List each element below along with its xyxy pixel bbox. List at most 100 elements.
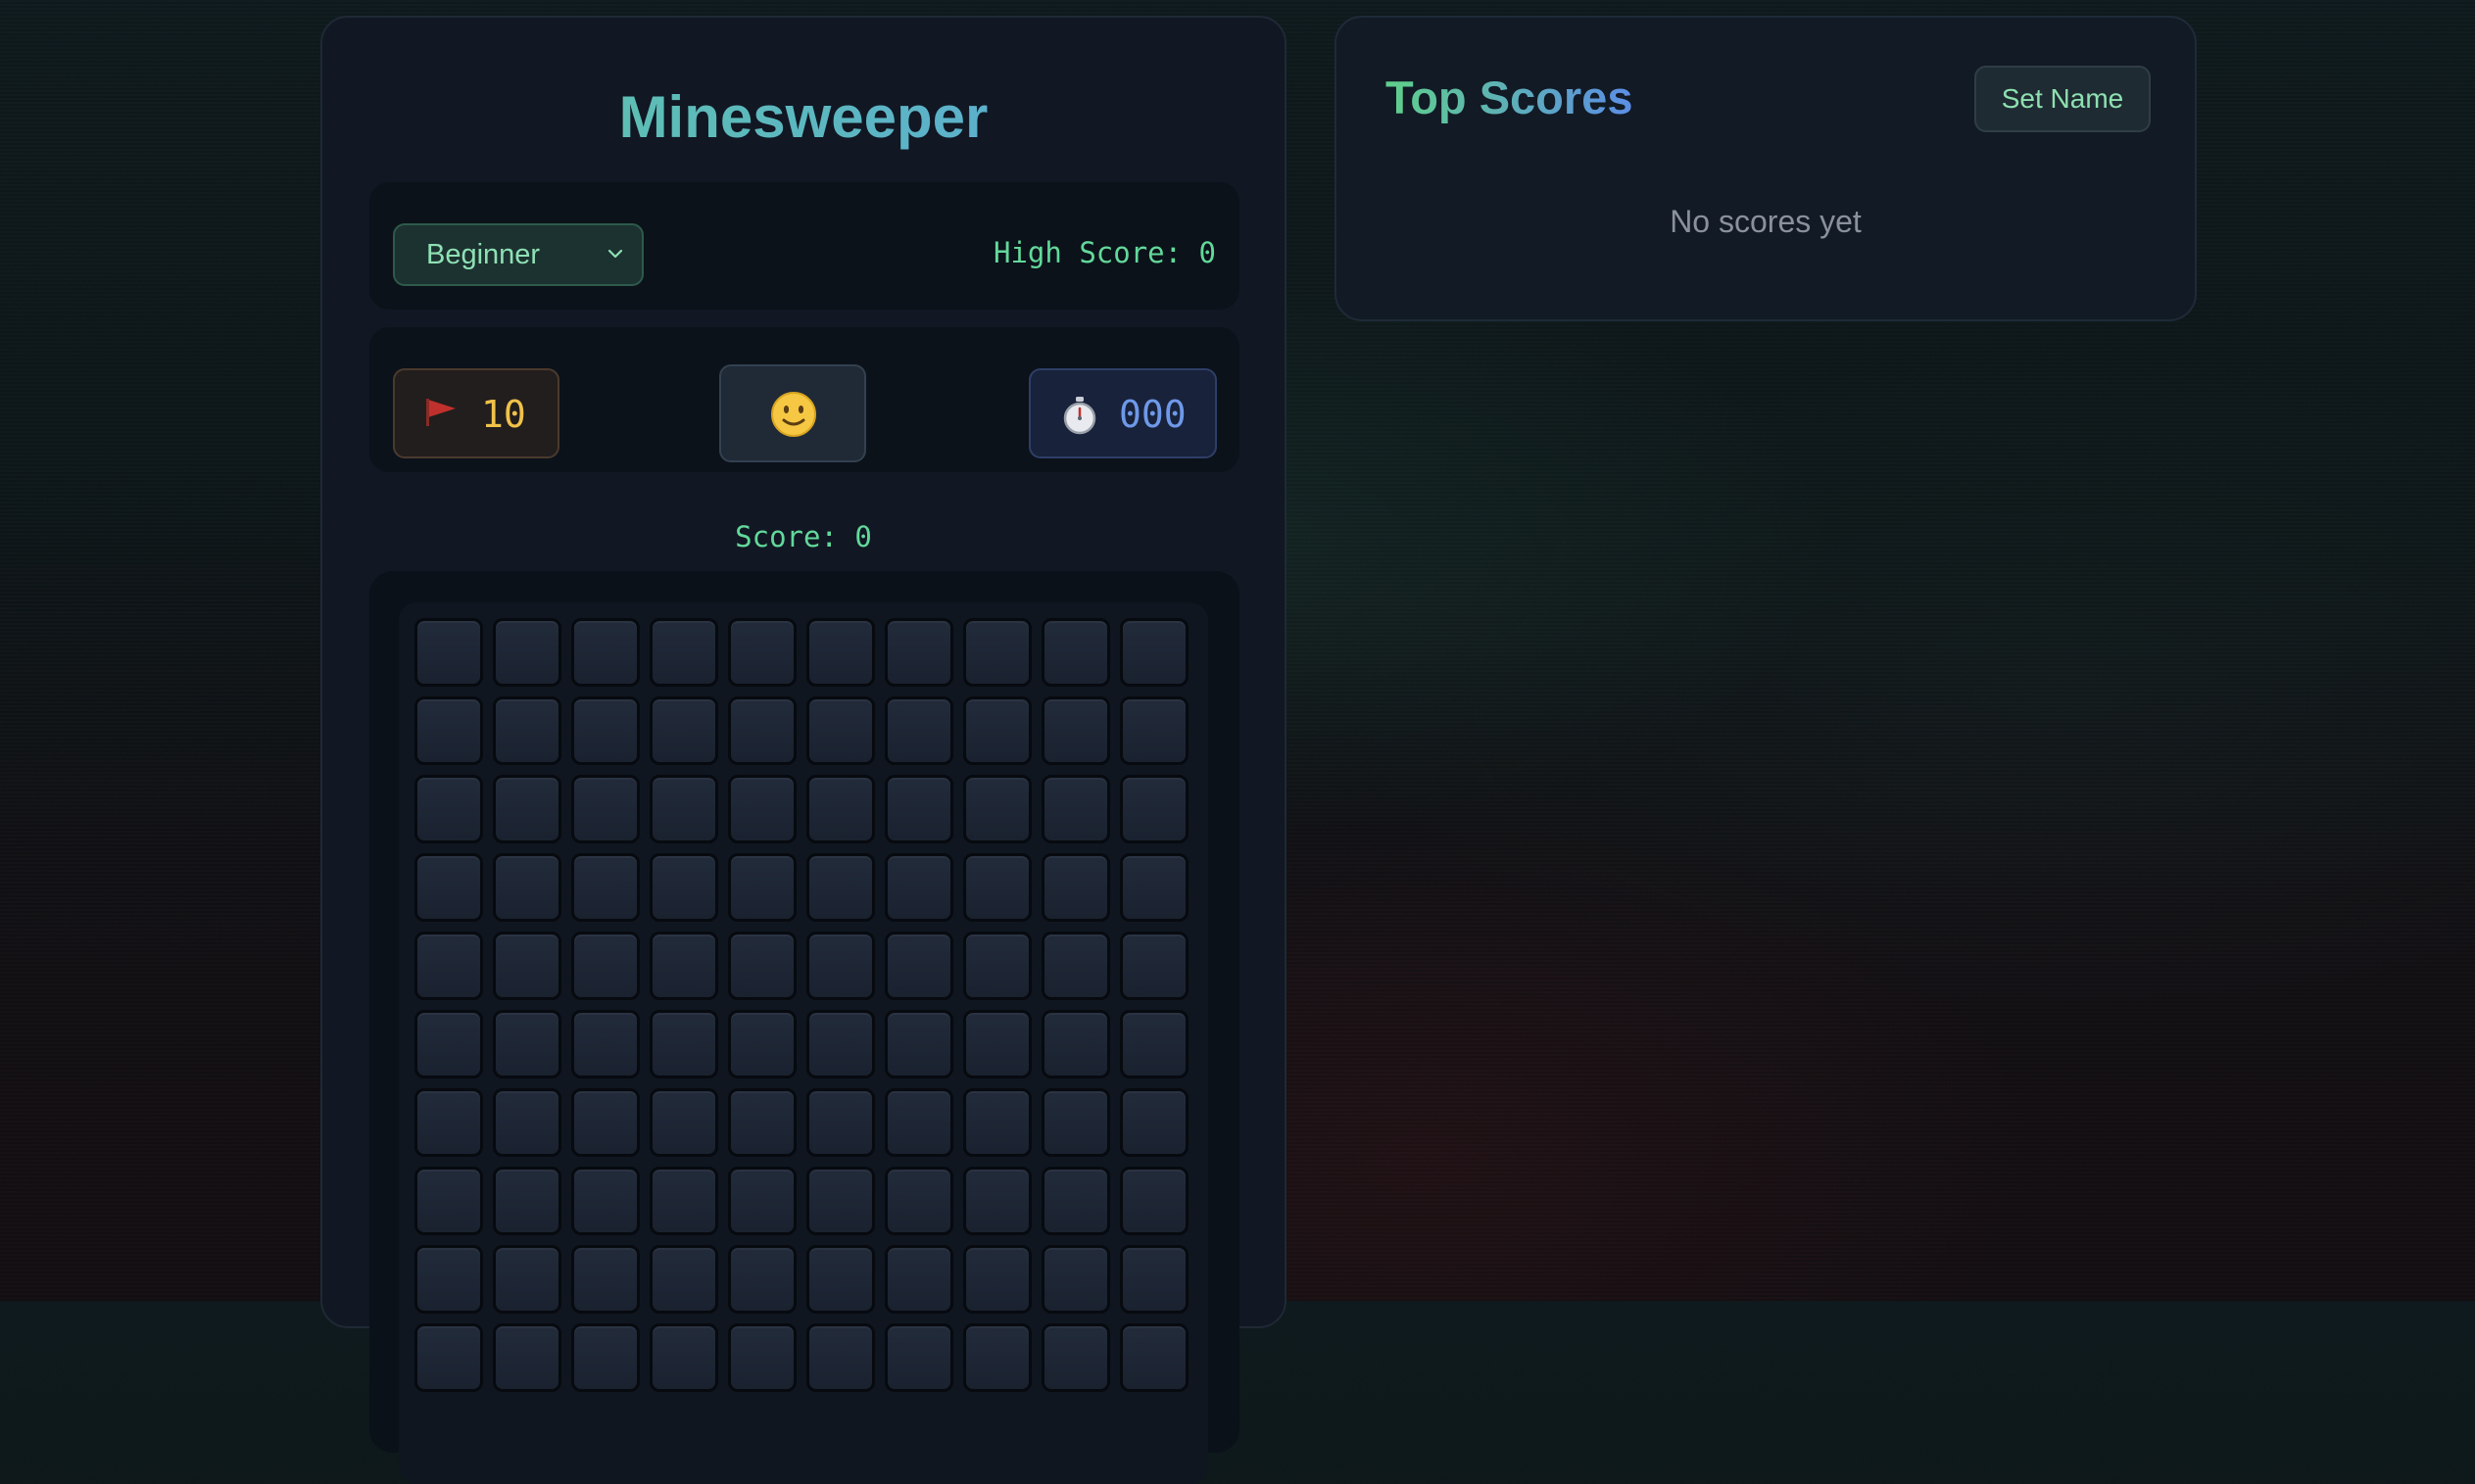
mine-cell[interactable] [885, 932, 953, 1000]
mine-cell[interactable] [885, 1323, 953, 1392]
mine-cell[interactable] [1042, 618, 1110, 687]
mine-cell[interactable] [885, 1088, 953, 1157]
mine-cell[interactable] [414, 1088, 483, 1157]
mine-cell[interactable] [1120, 1010, 1189, 1078]
mine-cell[interactable] [650, 932, 718, 1000]
mine-cell[interactable] [650, 1088, 718, 1157]
mine-cell[interactable] [806, 1245, 875, 1314]
mine-cell[interactable] [414, 1167, 483, 1235]
mine-cell[interactable] [493, 1010, 561, 1078]
mine-cell[interactable] [963, 1323, 1032, 1392]
mine-cell[interactable] [728, 1088, 797, 1157]
mine-cell[interactable] [728, 1323, 797, 1392]
mine-cell[interactable] [571, 932, 640, 1000]
mine-cell[interactable] [571, 1088, 640, 1157]
mine-cell[interactable] [885, 696, 953, 765]
mine-cell[interactable] [414, 932, 483, 1000]
mine-cell[interactable] [1042, 1323, 1110, 1392]
mine-cell[interactable] [1042, 696, 1110, 765]
mine-cell[interactable] [414, 775, 483, 843]
mine-cell[interactable] [571, 853, 640, 922]
mine-cell[interactable] [1120, 696, 1189, 765]
mine-cell[interactable] [728, 775, 797, 843]
set-name-button[interactable]: Set Name [1974, 66, 2151, 132]
mine-cell[interactable] [650, 853, 718, 922]
mine-cell[interactable] [1120, 775, 1189, 843]
mine-cell[interactable] [650, 696, 718, 765]
mine-cell[interactable] [493, 696, 561, 765]
mine-cell[interactable] [885, 618, 953, 687]
mine-cell[interactable] [493, 618, 561, 687]
mine-cell[interactable] [414, 618, 483, 687]
mine-cell[interactable] [1120, 1167, 1189, 1235]
mine-cell[interactable] [806, 932, 875, 1000]
mine-cell[interactable] [493, 932, 561, 1000]
mine-cell[interactable] [806, 696, 875, 765]
difficulty-select[interactable]: Beginner [393, 223, 644, 286]
mine-cell[interactable] [414, 1323, 483, 1392]
mine-cell[interactable] [728, 1167, 797, 1235]
mine-cell[interactable] [963, 1010, 1032, 1078]
mine-cell[interactable] [963, 1245, 1032, 1314]
mine-cell[interactable] [1120, 1245, 1189, 1314]
mine-cell[interactable] [963, 775, 1032, 843]
mine-cell[interactable] [1120, 1323, 1189, 1392]
mine-cell[interactable] [650, 1010, 718, 1078]
mine-cell[interactable] [493, 1088, 561, 1157]
mine-cell[interactable] [650, 1245, 718, 1314]
mine-cell[interactable] [571, 618, 640, 687]
mine-cell[interactable] [571, 1167, 640, 1235]
mine-cell[interactable] [1042, 775, 1110, 843]
mine-cell[interactable] [885, 1010, 953, 1078]
mine-cell[interactable] [493, 1323, 561, 1392]
mine-cell[interactable] [1042, 1010, 1110, 1078]
mine-cell[interactable] [806, 1323, 875, 1392]
mine-cell[interactable] [885, 775, 953, 843]
mine-cell[interactable] [1042, 1088, 1110, 1157]
mine-cell[interactable] [806, 1167, 875, 1235]
mine-cell[interactable] [885, 853, 953, 922]
mine-cell[interactable] [414, 1010, 483, 1078]
mine-cell[interactable] [806, 775, 875, 843]
mine-cell[interactable] [571, 696, 640, 765]
mine-cell[interactable] [571, 775, 640, 843]
mine-cell[interactable] [1120, 853, 1189, 922]
mine-cell[interactable] [1120, 932, 1189, 1000]
mine-cell[interactable] [728, 932, 797, 1000]
mine-cell[interactable] [806, 853, 875, 922]
mine-cell[interactable] [1042, 932, 1110, 1000]
mine-cell[interactable] [963, 696, 1032, 765]
mine-cell[interactable] [414, 696, 483, 765]
mine-cell[interactable] [885, 1167, 953, 1235]
mine-cell[interactable] [414, 1245, 483, 1314]
mine-cell[interactable] [728, 696, 797, 765]
mine-cell[interactable] [1120, 1088, 1189, 1157]
mine-cell[interactable] [806, 1088, 875, 1157]
mine-cell[interactable] [728, 618, 797, 687]
mine-cell[interactable] [414, 853, 483, 922]
mine-cell[interactable] [1042, 1245, 1110, 1314]
mine-cell[interactable] [963, 932, 1032, 1000]
mine-cell[interactable] [963, 853, 1032, 922]
mine-cell[interactable] [728, 1245, 797, 1314]
mine-cell[interactable] [493, 1167, 561, 1235]
mine-cell[interactable] [650, 1323, 718, 1392]
mine-cell[interactable] [963, 1167, 1032, 1235]
mine-cell[interactable] [493, 853, 561, 922]
reset-button[interactable] [719, 364, 866, 462]
mine-cell[interactable] [493, 775, 561, 843]
mine-cell[interactable] [493, 1245, 561, 1314]
mine-cell[interactable] [1042, 1167, 1110, 1235]
mine-cell[interactable] [1042, 853, 1110, 922]
mine-cell[interactable] [571, 1323, 640, 1392]
mine-cell[interactable] [728, 1010, 797, 1078]
mine-cell[interactable] [571, 1010, 640, 1078]
mine-cell[interactable] [650, 775, 718, 843]
mine-cell[interactable] [806, 618, 875, 687]
mine-cell[interactable] [650, 1167, 718, 1235]
mine-cell[interactable] [1120, 618, 1189, 687]
mine-cell[interactable] [571, 1245, 640, 1314]
mine-cell[interactable] [650, 618, 718, 687]
mine-cell[interactable] [963, 618, 1032, 687]
mine-cell[interactable] [885, 1245, 953, 1314]
